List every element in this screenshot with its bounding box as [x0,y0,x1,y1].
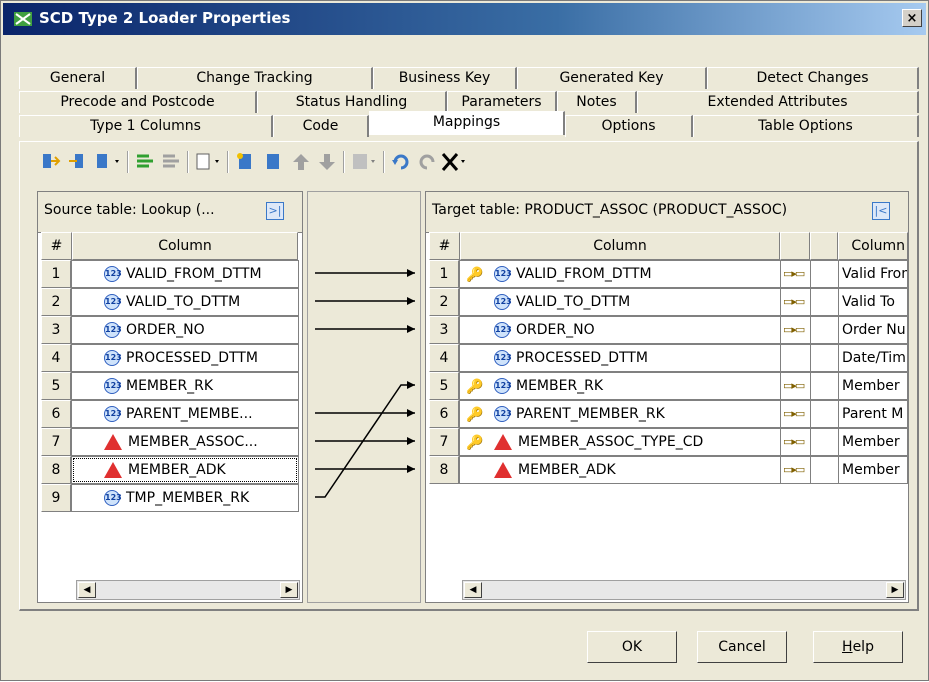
mapping-arrowhead [407,437,415,445]
dialog-window: SCD Type 2 Loader Properties × General Ch… [0,0,929,681]
mapping-arrows [315,269,415,498]
cancel-button[interactable]: Cancel [697,631,787,663]
mapping-arrowhead [407,381,415,389]
mapping-arrowhead [407,409,415,417]
mapping-arrowhead [407,269,415,277]
mapping-arrowhead [407,297,415,305]
help-accelerator: H [842,639,853,655]
mapping-arrowhead [407,325,415,333]
mapping-arrowhead [407,465,415,473]
help-button[interactable]: Help [813,631,903,663]
help-label: elp [852,639,874,655]
ok-button[interactable]: OK [587,631,677,663]
